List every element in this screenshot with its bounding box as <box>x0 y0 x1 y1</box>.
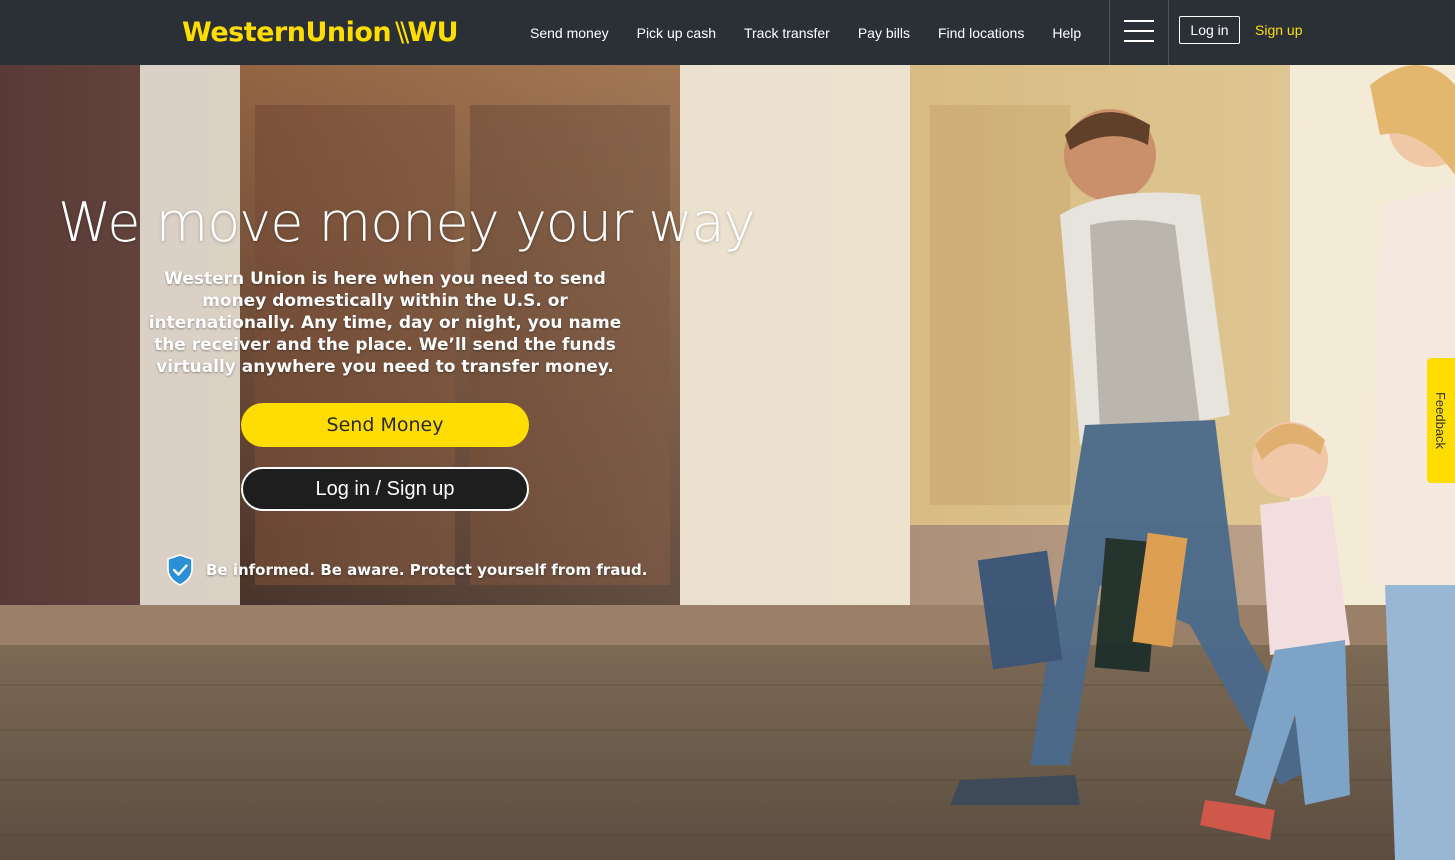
logo-wordmark: WesternUnion <box>182 16 392 48</box>
fraud-awareness-link[interactable]: Be informed. Be aware. Protect yourself … <box>166 554 647 586</box>
western-union-logo[interactable]: WesternUnion \\ WU <box>182 14 459 50</box>
fraud-notice-text: Be informed. Be aware. Protect yourself … <box>206 561 648 579</box>
feedback-label: Feedback <box>1433 391 1449 450</box>
nav-send-money[interactable]: Send money <box>530 25 609 41</box>
logo-mark: WU <box>407 16 459 48</box>
main-nav: Send money Pick up cash Track transfer P… <box>516 0 1095 65</box>
logo-slashes: \\ <box>395 16 409 48</box>
hamburger-menu-icon[interactable] <box>1124 20 1154 42</box>
nav-divider <box>1168 0 1169 65</box>
nav-track-transfer[interactable]: Track transfer <box>744 25 830 41</box>
login-button[interactable]: Log in <box>1179 16 1240 44</box>
hero-title: We move money your way <box>58 191 756 254</box>
nav-help[interactable]: Help <box>1052 25 1081 41</box>
nav-pick-up-cash[interactable]: Pick up cash <box>637 25 716 41</box>
hero-description: Western Union is here when you need to s… <box>148 269 622 377</box>
nav-divider <box>1109 0 1110 65</box>
send-money-button[interactable]: Send Money <box>241 403 529 447</box>
nav-pay-bills[interactable]: Pay bills <box>858 25 910 41</box>
login-signup-button[interactable]: Log in / Sign up <box>241 467 529 511</box>
hero-background-image <box>0 65 1455 860</box>
signup-link[interactable]: Sign up <box>1255 22 1302 38</box>
hero-section: We move money your way Western Union is … <box>0 65 1455 860</box>
nav-find-locations[interactable]: Find locations <box>938 25 1024 41</box>
feedback-tab[interactable]: Feedback <box>1427 358 1455 483</box>
shield-check-icon <box>167 554 193 586</box>
top-navigation-bar: WesternUnion \\ WU Send money Pick up ca… <box>0 0 1455 65</box>
